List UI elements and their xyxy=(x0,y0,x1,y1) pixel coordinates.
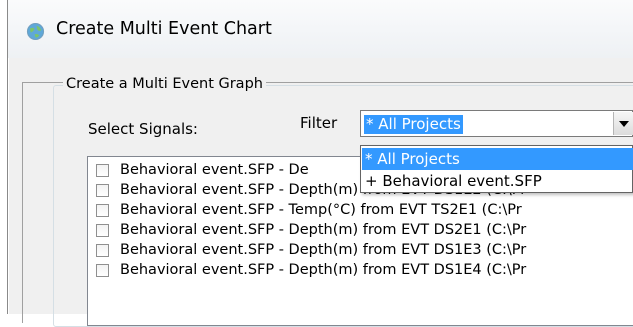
signal-label: Behavioral event.SFP - Depth(m) from EVT… xyxy=(120,222,527,238)
filter-selected-value: * All Projects xyxy=(364,115,463,134)
window-title: Create Multi Event Chart xyxy=(56,19,272,39)
signal-checkbox[interactable] xyxy=(96,184,109,197)
signal-label: Behavioral event.SFP - Depth(m) from EVT… xyxy=(120,242,527,258)
signal-label: Behavioral event.SFP - Temp(°C) from EVT… xyxy=(120,202,522,218)
signal-checkbox[interactable] xyxy=(96,224,109,237)
chevron-down-icon xyxy=(619,121,629,127)
globe-icon xyxy=(26,22,45,41)
filter-combobox[interactable]: * All Projects xyxy=(360,110,633,137)
signal-checkbox[interactable] xyxy=(96,264,109,277)
filter-option-all-projects[interactable]: * All Projects xyxy=(362,148,633,170)
signal-checkbox[interactable] xyxy=(96,164,109,177)
filter-dropdown-list[interactable]: * All Projects + Behavioral event.SFP xyxy=(360,145,633,193)
filter-label: Filter xyxy=(300,114,338,132)
signal-label: Behavioral event.SFP - Depth(m) from EVT… xyxy=(120,262,527,278)
signal-label: Behavioral event.SFP - De xyxy=(120,162,309,178)
filter-option-behavioral-event[interactable]: + Behavioral event.SFP xyxy=(362,170,633,192)
filter-dropdown-button[interactable] xyxy=(613,112,633,135)
signal-checkbox[interactable] xyxy=(96,204,109,217)
title-bar[interactable]: Create Multi Event Chart xyxy=(8,0,633,58)
signal-checkbox[interactable] xyxy=(96,244,109,257)
group-legend: Create a Multi Event Graph xyxy=(63,76,266,92)
select-signals-label: Select Signals: xyxy=(88,120,198,138)
